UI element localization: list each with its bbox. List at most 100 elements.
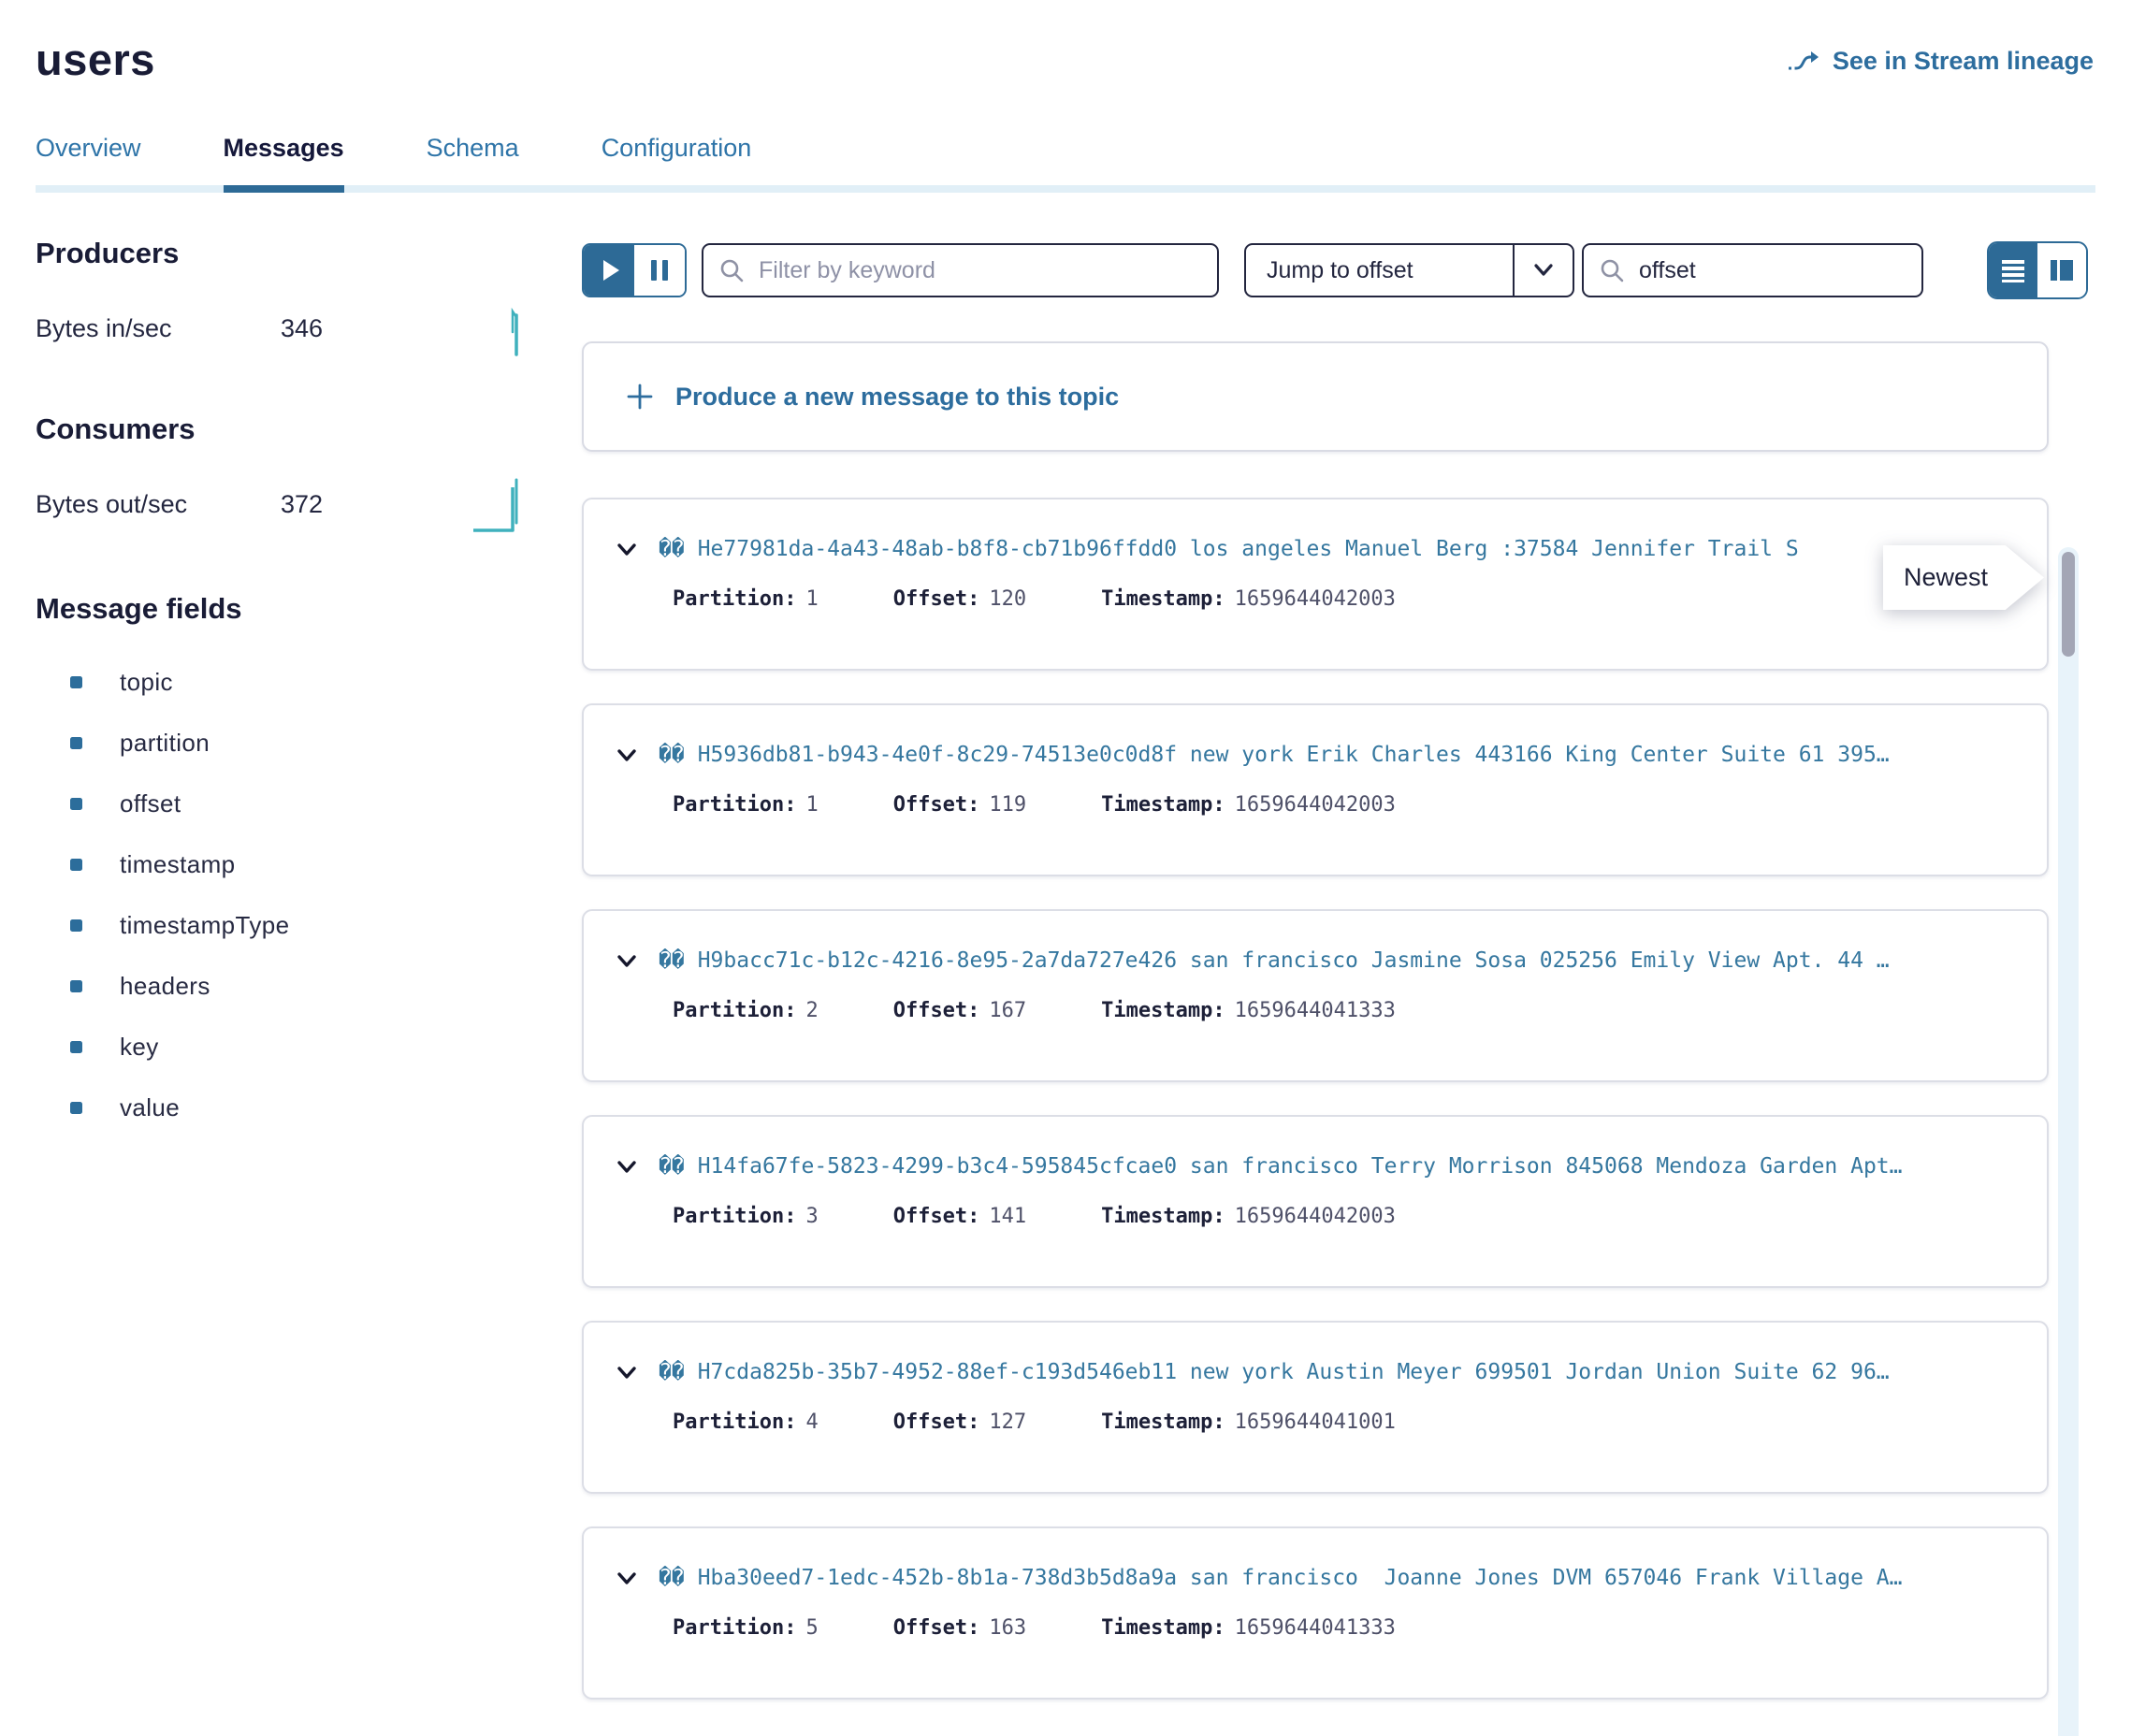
messages-panel: Jump to offset <box>582 193 2095 1732</box>
message-field-item: offset <box>36 774 582 834</box>
newest-tooltip-label: Newest <box>1883 545 2044 610</box>
bytes-out-metric: Bytes out/sec 372 <box>36 474 531 534</box>
message-key-text: ��H9bacc71c-b12c-4216-8e95-2a7da727e426 … <box>659 948 1890 973</box>
field-bullet-icon <box>70 1041 82 1053</box>
timestamp-meta: Timestamp:1659644041333 <box>1101 1616 1396 1640</box>
plus-icon <box>625 382 655 412</box>
expand-chevron-icon[interactable] <box>615 1360 639 1384</box>
timestamp-meta: Timestamp:1659644041001 <box>1101 1410 1396 1434</box>
scrollbar-track[interactable] <box>2058 547 2079 1736</box>
timestamp-meta: Timestamp:1659644041333 <box>1101 999 1396 1022</box>
split-view-button[interactable] <box>2037 243 2086 297</box>
message-card: ��H9bacc71c-b12c-4216-8e95-2a7da727e426 … <box>582 909 2049 1082</box>
offset-meta: Offset:163 <box>893 1616 1026 1640</box>
keyword-filter-input[interactable] <box>759 257 1202 284</box>
message-fields-heading: Message fields <box>36 592 582 626</box>
offset-meta: Offset:119 <box>893 793 1026 817</box>
tab-bar: Overview Messages Schema Configuration <box>0 134 2131 193</box>
message-field-item: value <box>36 1078 582 1138</box>
bytes-out-label: Bytes out/sec <box>36 490 281 519</box>
partition-meta: Partition:5 <box>673 1616 819 1640</box>
tab-overview[interactable]: Overview <box>36 134 141 185</box>
partition-meta: Partition:4 <box>673 1410 819 1434</box>
keyword-filter-box <box>702 243 1219 297</box>
field-bullet-icon <box>70 919 82 932</box>
newest-tooltip: Newest <box>1883 545 2044 610</box>
timestamp-meta: Timestamp:1659644042003 <box>1101 1205 1396 1228</box>
list-view-button[interactable] <box>1989 243 2037 297</box>
offset-meta: Offset:167 <box>893 999 1026 1022</box>
search-icon <box>718 257 746 284</box>
field-bullet-icon <box>70 1102 82 1114</box>
search-icon <box>1599 257 1626 284</box>
jump-to-offset-label: Jump to offset <box>1246 257 1513 284</box>
message-key-row[interactable]: ��H5936db81-b943-4e0f-8c29-74513e0c0d8f … <box>615 743 2028 767</box>
field-bullet-icon <box>70 980 82 992</box>
offset-search-input[interactable] <box>1639 257 1906 284</box>
lineage-arrow-icon <box>1786 48 1821 76</box>
message-meta-row: Partition:1 Offset:119 Timestamp:1659644… <box>615 793 2028 817</box>
expand-chevron-icon[interactable] <box>615 948 639 973</box>
offset-meta: Offset:127 <box>893 1410 1026 1434</box>
message-meta-row: Partition:3 Offset:141 Timestamp:1659644… <box>615 1205 2028 1228</box>
message-card: ��H5936db81-b943-4e0f-8c29-74513e0c0d8f … <box>582 703 2049 876</box>
bytes-in-metric: Bytes in/sec 346 <box>36 298 531 358</box>
expand-chevron-icon[interactable] <box>615 1154 639 1179</box>
partition-meta: Partition:1 <box>673 587 819 611</box>
partition-meta: Partition:1 <box>673 793 819 817</box>
scrollbar-thumb[interactable] <box>2062 552 2075 657</box>
expand-chevron-icon[interactable] <box>615 743 639 767</box>
message-field-item: timestampType <box>36 895 582 956</box>
tab-configuration[interactable]: Configuration <box>602 134 752 185</box>
stream-lineage-link[interactable]: See in Stream lineage <box>1786 47 2094 76</box>
page-title: users <box>36 34 155 85</box>
message-card: ��He77981da-4a43-48ab-b8f8-cb71b96ffdd0 … <box>582 498 2049 671</box>
view-toggle-group <box>1987 241 2088 299</box>
message-field-item: partition <box>36 713 582 774</box>
bytes-in-sparkline-icon <box>488 298 531 358</box>
expand-chevron-icon[interactable] <box>615 1566 639 1590</box>
message-field-item: timestamp <box>36 834 582 895</box>
expand-chevron-icon[interactable] <box>615 537 639 561</box>
message-key-row[interactable]: ��He77981da-4a43-48ab-b8f8-cb71b96ffdd0 … <box>615 537 2028 561</box>
message-list: ��He77981da-4a43-48ab-b8f8-cb71b96ffdd0 … <box>582 498 2095 1700</box>
tab-messages[interactable]: Messages <box>224 134 344 185</box>
unprintable-char-glyphs: �� <box>659 537 685 561</box>
split-view-icon <box>2049 258 2075 282</box>
message-card: ��H14fa67fe-5823-4299-b3c4-595845cfcae0 … <box>582 1115 2049 1288</box>
partition-meta: Partition:3 <box>673 1205 819 1228</box>
play-button[interactable] <box>584 245 634 296</box>
metrics-sidebar: Producers Bytes in/sec 346 Consumers Byt… <box>36 193 582 1732</box>
offset-search-box <box>1582 243 1923 297</box>
message-field-item: headers <box>36 956 582 1017</box>
message-fields-list: topic partition offset timestamp timesta… <box>36 652 582 1138</box>
tab-schema[interactable]: Schema <box>427 134 519 185</box>
unprintable-char-glyphs: �� <box>659 743 685 767</box>
bytes-in-value: 346 <box>281 314 323 343</box>
produce-message-button[interactable]: Produce a new message to this topic <box>582 341 2049 452</box>
message-card: ��H7cda825b-35b7-4952-88ef-c193d546eb11 … <box>582 1321 2049 1494</box>
message-key-row[interactable]: ��Hba30eed7-1edc-452b-8b1a-738d3b5d8a9a … <box>615 1566 2028 1590</box>
timestamp-meta: Timestamp:1659644042003 <box>1101 587 1396 611</box>
unprintable-char-glyphs: �� <box>659 1566 685 1590</box>
jump-to-offset-select[interactable]: Jump to offset <box>1244 243 1574 297</box>
message-meta-row: Partition:2 Offset:167 Timestamp:1659644… <box>615 999 2028 1022</box>
bytes-out-value: 372 <box>281 490 323 519</box>
play-icon <box>603 260 619 281</box>
message-meta-row: Partition:4 Offset:127 Timestamp:1659644… <box>615 1410 2028 1434</box>
message-meta-row: Partition:1 Offset:120 Timestamp:1659644… <box>615 587 2028 611</box>
lineage-link-label: See in Stream lineage <box>1833 47 2094 76</box>
chevron-down-icon <box>1515 262 1573 279</box>
unprintable-char-glyphs: �� <box>659 1360 685 1384</box>
message-key-row[interactable]: ��H7cda825b-35b7-4952-88ef-c193d546eb11 … <box>615 1360 2028 1384</box>
pause-icon <box>651 260 668 281</box>
play-pause-group <box>582 243 687 297</box>
message-field-item: topic <box>36 652 582 713</box>
list-view-icon <box>2000 257 2026 283</box>
timestamp-meta: Timestamp:1659644042003 <box>1101 793 1396 817</box>
field-bullet-icon <box>70 676 82 688</box>
message-key-row[interactable]: ��H14fa67fe-5823-4299-b3c4-595845cfcae0 … <box>615 1154 2028 1179</box>
pause-button[interactable] <box>634 245 685 296</box>
message-card: ��Hba30eed7-1edc-452b-8b1a-738d3b5d8a9a … <box>582 1526 2049 1700</box>
message-key-row[interactable]: ��H9bacc71c-b12c-4216-8e95-2a7da727e426 … <box>615 948 2028 973</box>
